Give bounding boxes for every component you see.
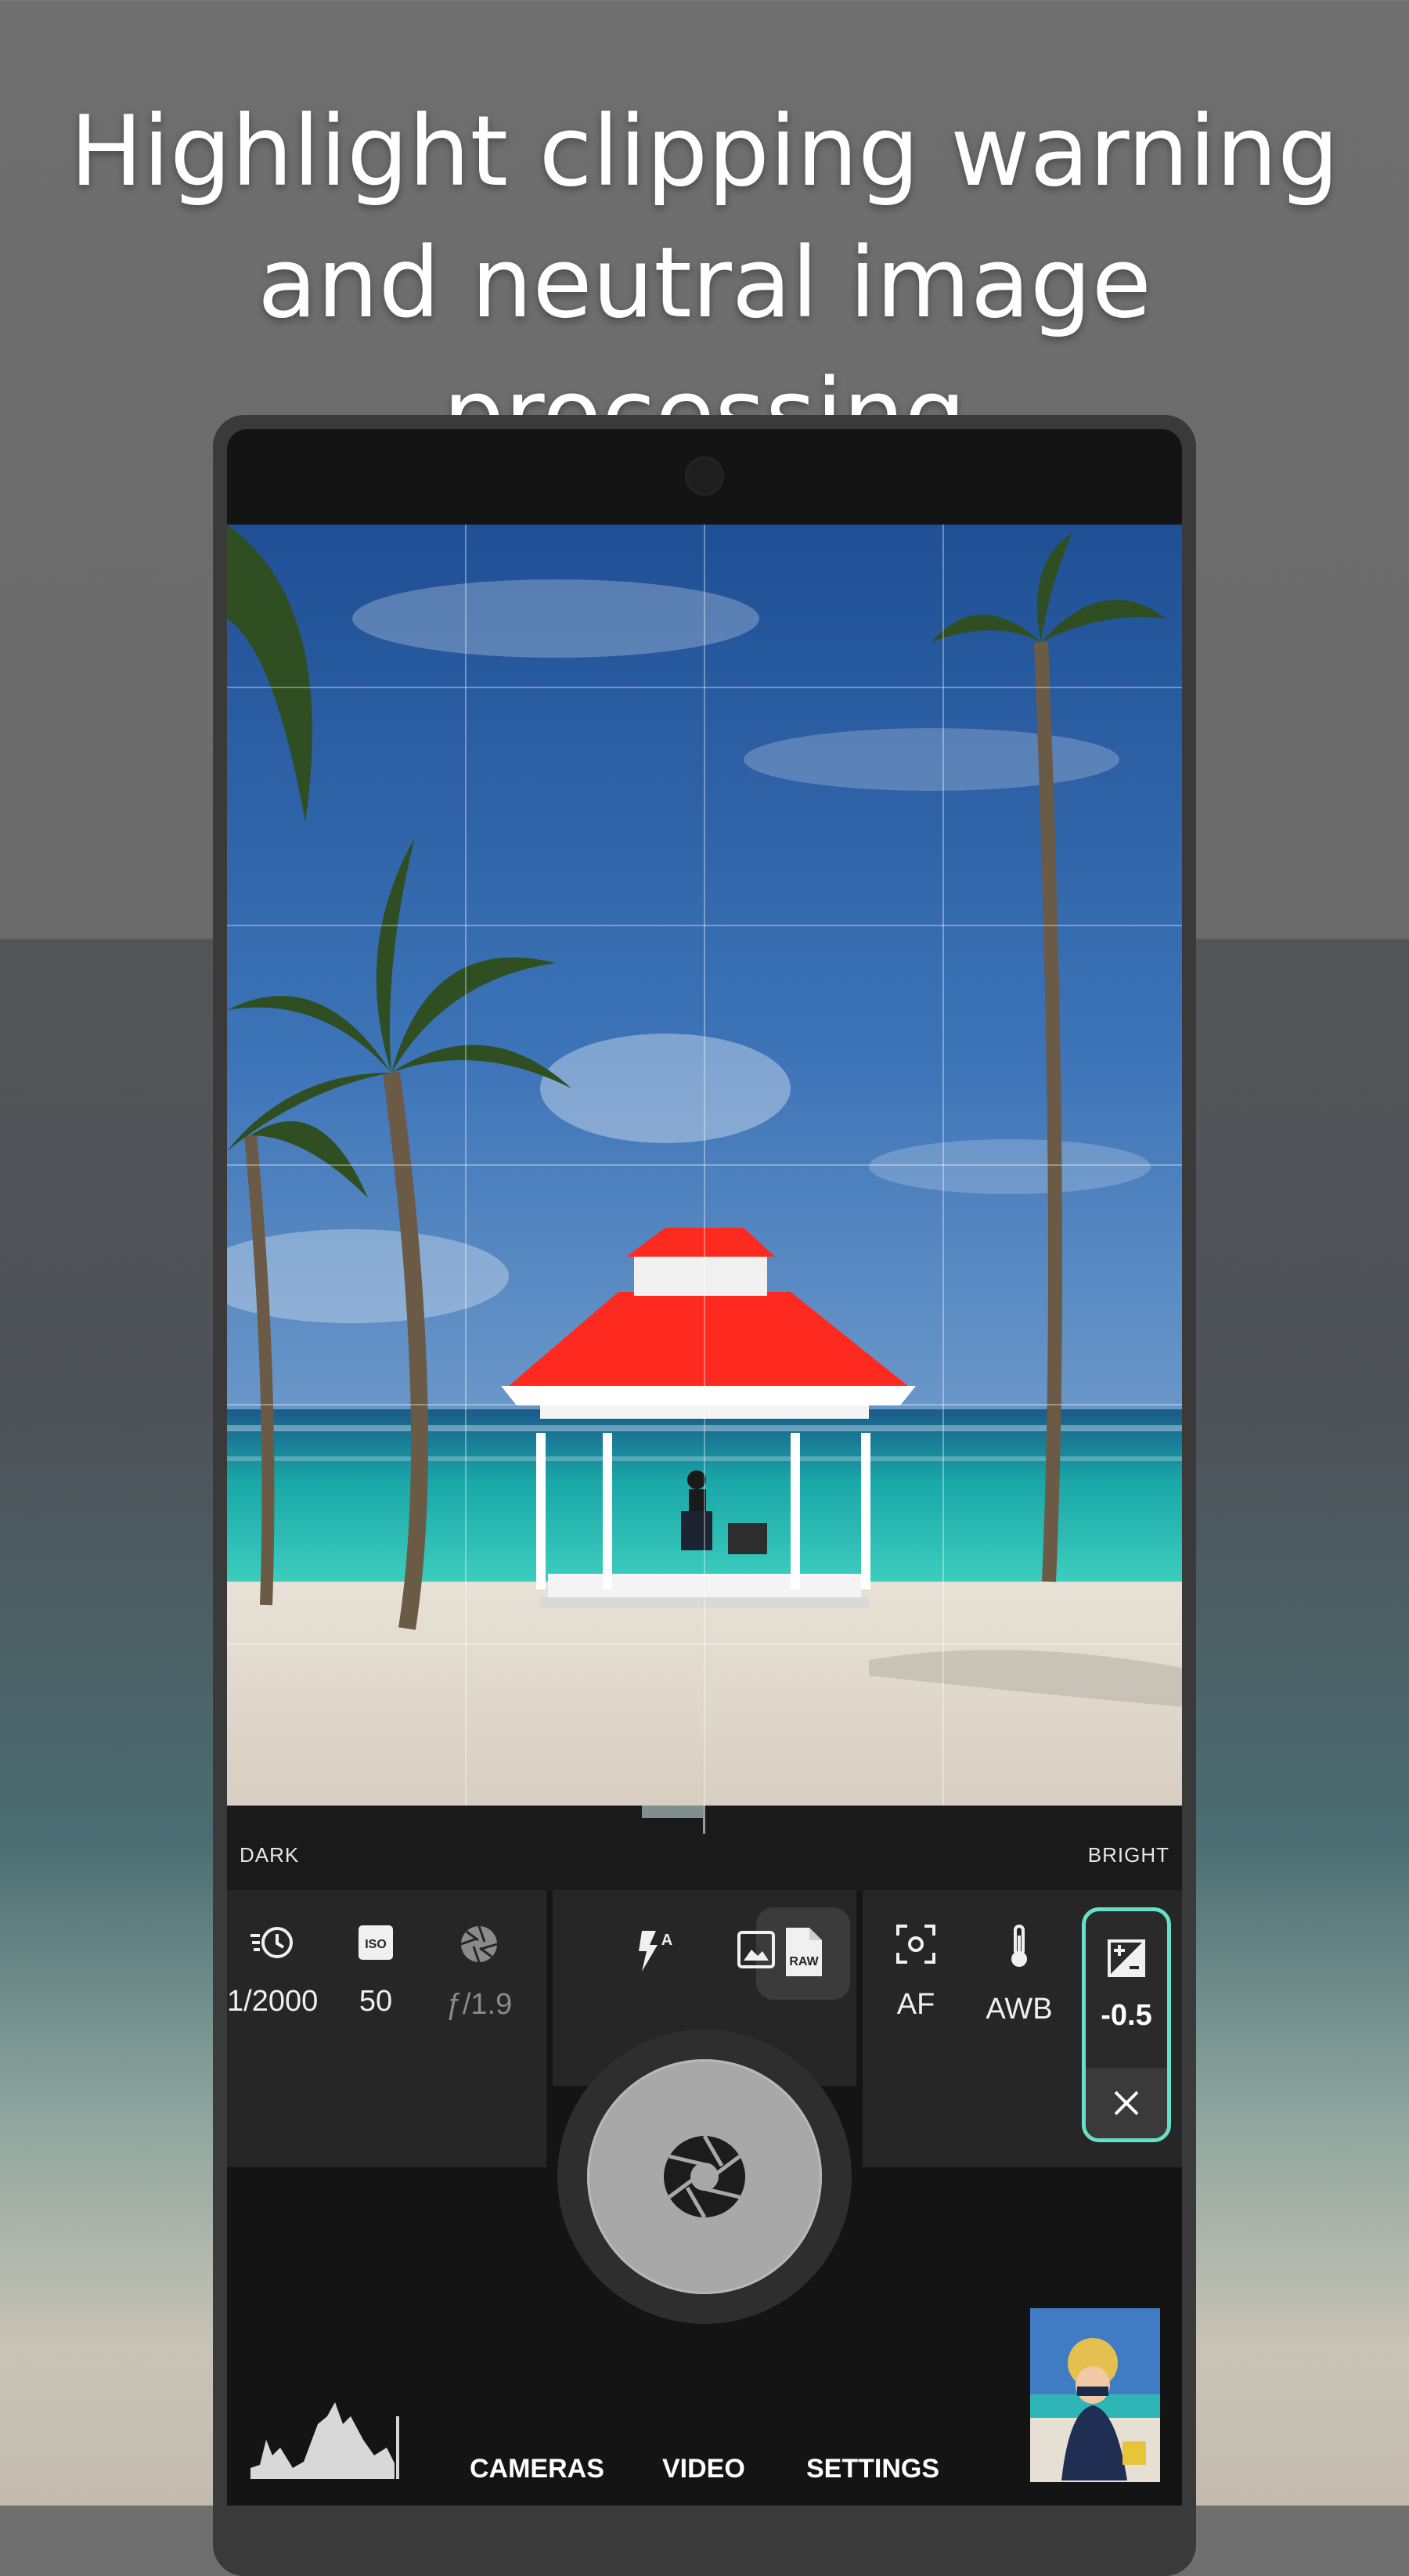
aperture-control: ƒ/1.9 (434, 1923, 524, 2020)
shutter-button[interactable] (587, 2059, 822, 2294)
focus-control[interactable]: AF (870, 1923, 961, 2020)
focus-icon (896, 1925, 935, 1964)
meter-bright-label: BRIGHT (1087, 1843, 1169, 1867)
shutter-speed-value: 1/2000 (227, 1985, 319, 2018)
iso-icon: ISO (359, 1925, 393, 1960)
iso-value: 50 (359, 1985, 393, 2018)
thermometer-icon (1011, 1925, 1027, 1967)
meter-dark-label: DARK (240, 1843, 300, 1867)
gallery-thumbnail[interactable] (1030, 2308, 1160, 2482)
histogram (249, 2393, 402, 2484)
phone-screen: DARK BRIGHT 1/2000 ISO 50 ƒ/1.9 A RAW AF… (227, 429, 1182, 2506)
exposure-reset-button[interactable] (1086, 2068, 1167, 2138)
meter-center-tick (703, 1806, 705, 1834)
exposure-meter: DARK BRIGHT (227, 1806, 1182, 1892)
shutter-speed-icon (250, 1927, 293, 1958)
svg-text:ISO: ISO (365, 1938, 387, 1951)
flash-auto-icon: A (639, 1931, 672, 1972)
histogram-icon (250, 2402, 399, 2479)
iso-control[interactable]: ISO 50 (330, 1923, 421, 2017)
meter-indicator (642, 1806, 704, 1818)
focus-value: AF (896, 1988, 935, 2021)
aperture-value: ƒ/1.9 (445, 1988, 513, 2021)
white-balance-control[interactable]: AWB (974, 1923, 1065, 2025)
front-camera (685, 456, 724, 496)
svg-text:A: A (661, 1932, 672, 1949)
flash-mode-button[interactable]: A (609, 1928, 700, 1975)
exposure-value: -0.5 (1101, 1999, 1152, 2032)
nav-cameras[interactable]: CAMERAS (470, 2454, 604, 2484)
exposure-icon (1108, 1939, 1145, 1977)
aperture-icon (460, 1925, 498, 1963)
svg-text:RAW: RAW (789, 1955, 819, 1968)
left-control-panel: 1/2000 ISO 50 ƒ/1.9 (227, 1890, 546, 2167)
raw-mode-button[interactable]: RAW (758, 1926, 849, 1978)
shutter-speed-control[interactable]: 1/2000 (227, 1923, 318, 2017)
close-icon (1114, 2091, 1139, 2116)
viewfinder[interactable] (227, 525, 1182, 1806)
nav-video[interactable]: VIDEO (662, 2454, 745, 2484)
exposure-control[interactable]: -0.5 (1082, 1907, 1171, 2142)
headline-line-1: Highlight clipping warning (70, 96, 1339, 208)
white-balance-value: AWB (986, 1993, 1053, 2026)
shutter-icon (664, 2134, 745, 2219)
nav-settings[interactable]: SETTINGS (806, 2454, 939, 2484)
raw-file-icon: RAW (786, 1928, 822, 1976)
